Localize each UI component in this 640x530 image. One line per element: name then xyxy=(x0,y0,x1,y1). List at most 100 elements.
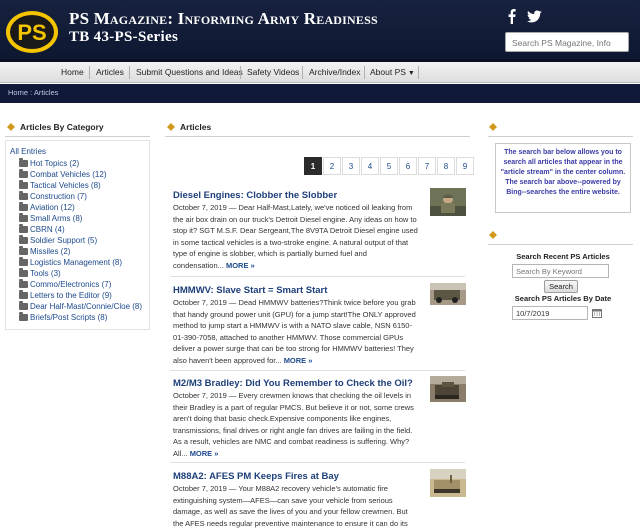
category-item[interactable]: Missiles (2) xyxy=(19,246,71,256)
folder-icon xyxy=(19,180,28,189)
folder-icon xyxy=(19,312,28,321)
category-label: Construction (7) xyxy=(30,192,87,201)
category-item[interactable]: Tactical Vehicles (8) xyxy=(19,180,101,190)
article-excerpt-text: October 7, 2019 — Your M88A2 recovery ve… xyxy=(173,484,408,528)
folder-icon xyxy=(19,246,28,255)
article-excerpt: October 7, 2019 — Your M88A2 recovery ve… xyxy=(173,483,419,529)
nav-safety-videos[interactable]: Safety Videos xyxy=(241,62,305,83)
category-item[interactable]: Logistics Management (8) xyxy=(19,257,123,267)
article-thumbnail[interactable] xyxy=(430,376,466,402)
breadcrumb-text[interactable]: Home : Articles xyxy=(8,88,58,97)
search-info-text: The search bar below allows you to searc… xyxy=(500,149,626,196)
category-item[interactable]: Tools (3) xyxy=(19,268,61,278)
article-divider xyxy=(170,462,465,463)
category-label: Dear Half-Mast/Connie/Cloe (8) xyxy=(30,302,143,311)
bullet-icon xyxy=(489,231,497,239)
site-search-box xyxy=(505,32,629,52)
page-button[interactable]: 3 xyxy=(342,157,360,175)
page-button[interactable]: 9 xyxy=(456,157,474,175)
search-by-date-label: Search PS Articles By Date xyxy=(514,294,612,303)
article-excerpt: October 7, 2019 — Every crewmen knows th… xyxy=(173,390,419,459)
nav-about[interactable]: About PS ▼ xyxy=(364,62,421,83)
category-label: Soldier Support (5) xyxy=(30,236,98,245)
page-button[interactable]: 8 xyxy=(437,157,455,175)
calendar-icon[interactable] xyxy=(592,308,602,318)
categories-heading: Articles By Category xyxy=(7,120,104,134)
nav-submit[interactable]: Submit Questions and Ideas xyxy=(130,62,249,83)
folder-icon xyxy=(19,158,28,167)
page-button[interactable]: 7 xyxy=(418,157,436,175)
folder-icon xyxy=(19,290,28,299)
article-title[interactable]: M88A2: AFES PM Keeps Fires at Bay xyxy=(173,471,339,482)
more-link[interactable]: MORE » xyxy=(190,449,219,458)
category-item[interactable]: Small Arms (8) xyxy=(19,213,83,223)
category-label: Combat Vehicles (12) xyxy=(30,170,107,179)
page-button[interactable]: 4 xyxy=(361,157,379,175)
page-button[interactable]: 1 xyxy=(304,157,322,175)
nav-home[interactable]: Home xyxy=(55,62,90,83)
categories-heading-text: Articles By Category xyxy=(20,122,104,132)
category-item[interactable]: CBRN (4) xyxy=(19,224,65,234)
site-search-input[interactable] xyxy=(506,34,628,52)
search-button[interactable]: Search xyxy=(544,280,578,293)
article-excerpt: October 7, 2019 — Dear Half-Mast,Lately,… xyxy=(173,202,419,271)
article-excerpt: October 7, 2019 — Dead HMMWV batteries?T… xyxy=(173,297,419,366)
nav-archive[interactable]: Archive/Index xyxy=(303,62,367,83)
nav-articles[interactable]: Articles xyxy=(90,62,130,83)
category-item[interactable]: Briefs/Post Scripts (8) xyxy=(19,312,107,322)
ps-logo[interactable]: PS xyxy=(5,10,59,54)
category-label: CBRN (4) xyxy=(30,225,65,234)
nav-divider xyxy=(418,66,419,79)
keyword-search-input[interactable] xyxy=(512,264,609,278)
more-link[interactable]: MORE » xyxy=(226,261,255,270)
page-button[interactable]: 5 xyxy=(380,157,398,175)
section-rule xyxy=(5,136,150,137)
category-item[interactable]: Letters to the Editor (9) xyxy=(19,290,112,300)
article-divider xyxy=(170,370,465,371)
date-search-input[interactable] xyxy=(512,306,588,320)
section-rule xyxy=(488,136,633,137)
category-item[interactable]: Combat Vehicles (12) xyxy=(19,169,107,179)
folder-icon xyxy=(19,235,28,244)
twitter-icon[interactable] xyxy=(527,8,542,24)
category-item[interactable]: Commo/Electronics (7) xyxy=(19,279,112,289)
category-item[interactable]: Hot Topics (2) xyxy=(19,158,80,168)
site-title: PS Magazine: Informing Army Readiness xyxy=(69,9,378,28)
category-item[interactable]: Dear Half-Mast/Connie/Cloe (8) xyxy=(19,301,143,311)
category-item[interactable]: Aviation (12) xyxy=(19,202,75,212)
article-thumbnail[interactable] xyxy=(430,283,466,305)
page-button[interactable]: 6 xyxy=(399,157,417,175)
category-label: Commo/Electronics (7) xyxy=(30,280,112,289)
category-item[interactable]: Construction (7) xyxy=(19,191,87,201)
folder-icon xyxy=(19,279,28,288)
chevron-down-icon: ▼ xyxy=(407,70,415,77)
category-label: Small Arms (8) xyxy=(30,214,83,223)
folder-icon xyxy=(19,268,28,277)
social-links xyxy=(505,8,542,24)
nav-about-label: About PS xyxy=(370,67,406,77)
section-rule xyxy=(165,136,470,137)
category-label: Logistics Management (8) xyxy=(30,258,123,267)
page-button[interactable]: 2 xyxy=(323,157,341,175)
article-title[interactable]: M2/M3 Bradley: Did You Remember to Check… xyxy=(173,378,413,389)
category-label: Hot Topics (2) xyxy=(30,159,80,168)
main-nav: Home Articles Submit Questions and Ideas… xyxy=(0,62,640,83)
category-item[interactable]: Soldier Support (5) xyxy=(19,235,98,245)
article-title[interactable]: Diesel Engines: Clobber the Slobber xyxy=(173,190,337,201)
article-thumbnail[interactable] xyxy=(430,469,466,497)
article-title[interactable]: HMMWV: Slave Start = Smart Start xyxy=(173,285,327,296)
more-link[interactable]: MORE » xyxy=(284,356,313,365)
category-label: Aviation (12) xyxy=(30,203,75,212)
article-thumbnail[interactable] xyxy=(430,188,466,216)
articles-heading: Articles xyxy=(167,120,211,134)
article-excerpt-text: October 7, 2019 — Dear Half-Mast,Lately,… xyxy=(173,203,418,270)
breadcrumb: Home : Articles xyxy=(0,84,640,103)
folder-icon xyxy=(19,202,28,211)
site-subtitle: TB 43-PS-Series xyxy=(69,29,179,45)
category-label: Missiles (2) xyxy=(30,247,71,256)
bullet-icon xyxy=(489,123,497,131)
facebook-icon[interactable] xyxy=(505,8,519,24)
folder-icon xyxy=(19,301,28,310)
category-all-entries[interactable]: All Entries xyxy=(10,147,46,156)
folder-icon xyxy=(19,257,28,266)
